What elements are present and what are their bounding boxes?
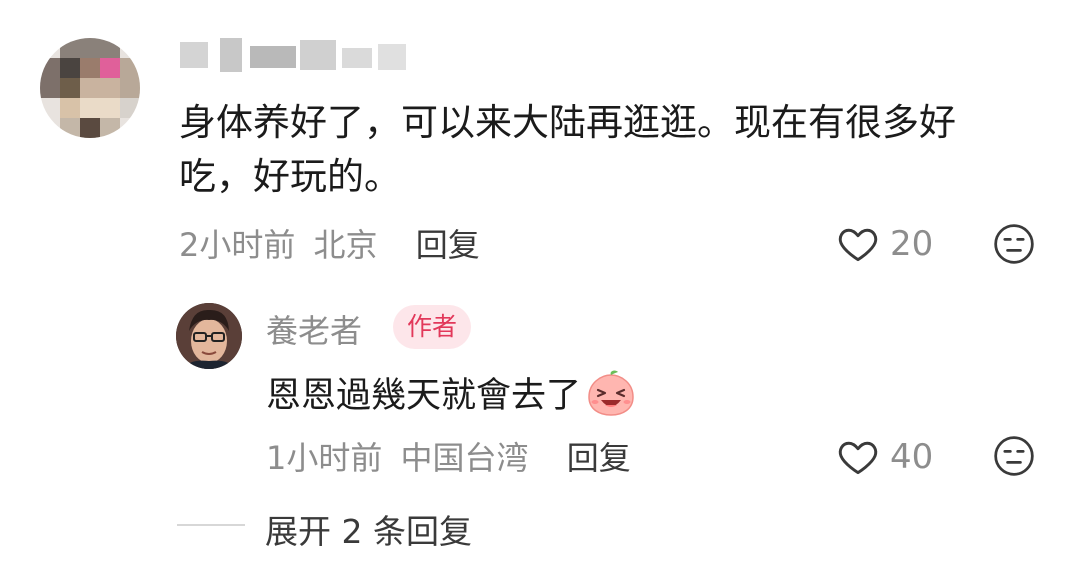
- author-photo-icon: [176, 303, 242, 369]
- dislike-face-icon[interactable]: [992, 434, 1036, 478]
- author-username[interactable]: 養老者: [266, 306, 362, 352]
- reply-like-count: 40: [890, 437, 934, 477]
- comment-meta: 2小时前 北京 回复: [179, 220, 480, 266]
- reply-meta: 1小时前 中国台湾 回复: [266, 433, 631, 479]
- expand-replies-button[interactable]: 展开 2 条回复: [265, 505, 472, 553]
- reply-text: 恩恩過幾天就會去了: [266, 376, 582, 416]
- laughing-peach-emoji-icon: [588, 370, 634, 416]
- dislike-face-icon[interactable]: [992, 222, 1036, 266]
- author-avatar[interactable]: [176, 303, 242, 369]
- comment-reply-button[interactable]: 回复: [416, 226, 480, 264]
- reply-content: 恩恩過幾天就會去了: [266, 367, 637, 418]
- comment-location: 北京: [313, 226, 378, 264]
- reply-location: 中国台湾: [400, 439, 529, 477]
- author-badge: 作者: [393, 305, 472, 349]
- heart-icon: [838, 441, 878, 475]
- comment-time: 2小时前: [179, 226, 296, 264]
- reply-reply-button[interactable]: 回复: [567, 439, 631, 477]
- reply-like-button[interactable]: 40: [836, 433, 933, 481]
- blurred-username[interactable]: [180, 36, 415, 78]
- comment-like-button[interactable]: 20: [836, 220, 933, 268]
- reply-time: 1小时前: [266, 439, 383, 477]
- commenter-avatar[interactable]: [40, 38, 140, 138]
- expand-divider: [177, 524, 245, 526]
- comment-like-count: 20: [890, 224, 934, 264]
- comment-text: 身体养好了，可以来大陆再逛逛。现在有很多好吃，好玩的。: [179, 101, 956, 198]
- heart-icon: [838, 228, 878, 262]
